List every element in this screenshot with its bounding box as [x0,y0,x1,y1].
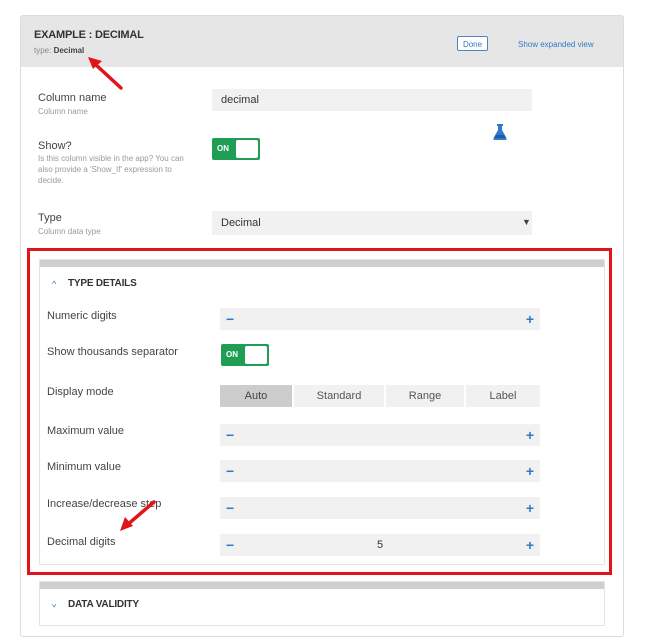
highlight-box [27,248,612,575]
type-prefix: type: [34,46,52,55]
show-sublabel-line1: Is this column visible in the app? You c… [38,154,184,163]
annotation-arrow-icon [120,500,156,531]
show-toggle[interactable]: ON [212,138,260,160]
chevron-down-icon[interactable]: ▼ [522,217,531,227]
show-toggle-label: ON [217,144,229,153]
show-sublabel-line3: decide. [38,176,64,185]
column-name-sublabel: Column name [38,107,88,116]
type-value: Decimal [53,46,85,55]
column-type-caption: type: Decimal [34,46,84,55]
toggle-knob [236,140,258,158]
show-label: Show? [38,140,72,152]
column-name-input[interactable]: decimal [212,89,532,111]
type-label: Type [38,212,62,224]
data-validity-title[interactable]: DATA VALIDITY [68,599,139,610]
column-name-label: Column name [38,92,107,104]
annotation-arrow-icon [88,57,123,90]
show-expanded-view-link[interactable]: Show expanded view [518,40,594,49]
show-sublabel-line2: also provide a 'Show_If' expression to [38,165,172,174]
flask-icon[interactable] [493,124,507,140]
column-title: EXAMPLE : DECIMAL [34,29,144,41]
type-sublabel: Column data type [38,227,101,236]
chevron-down-icon[interactable]: ^ [52,599,56,609]
type-select[interactable]: Decimal [212,211,532,235]
panel-top-bar [40,582,604,589]
done-button[interactable]: Done [457,36,488,51]
